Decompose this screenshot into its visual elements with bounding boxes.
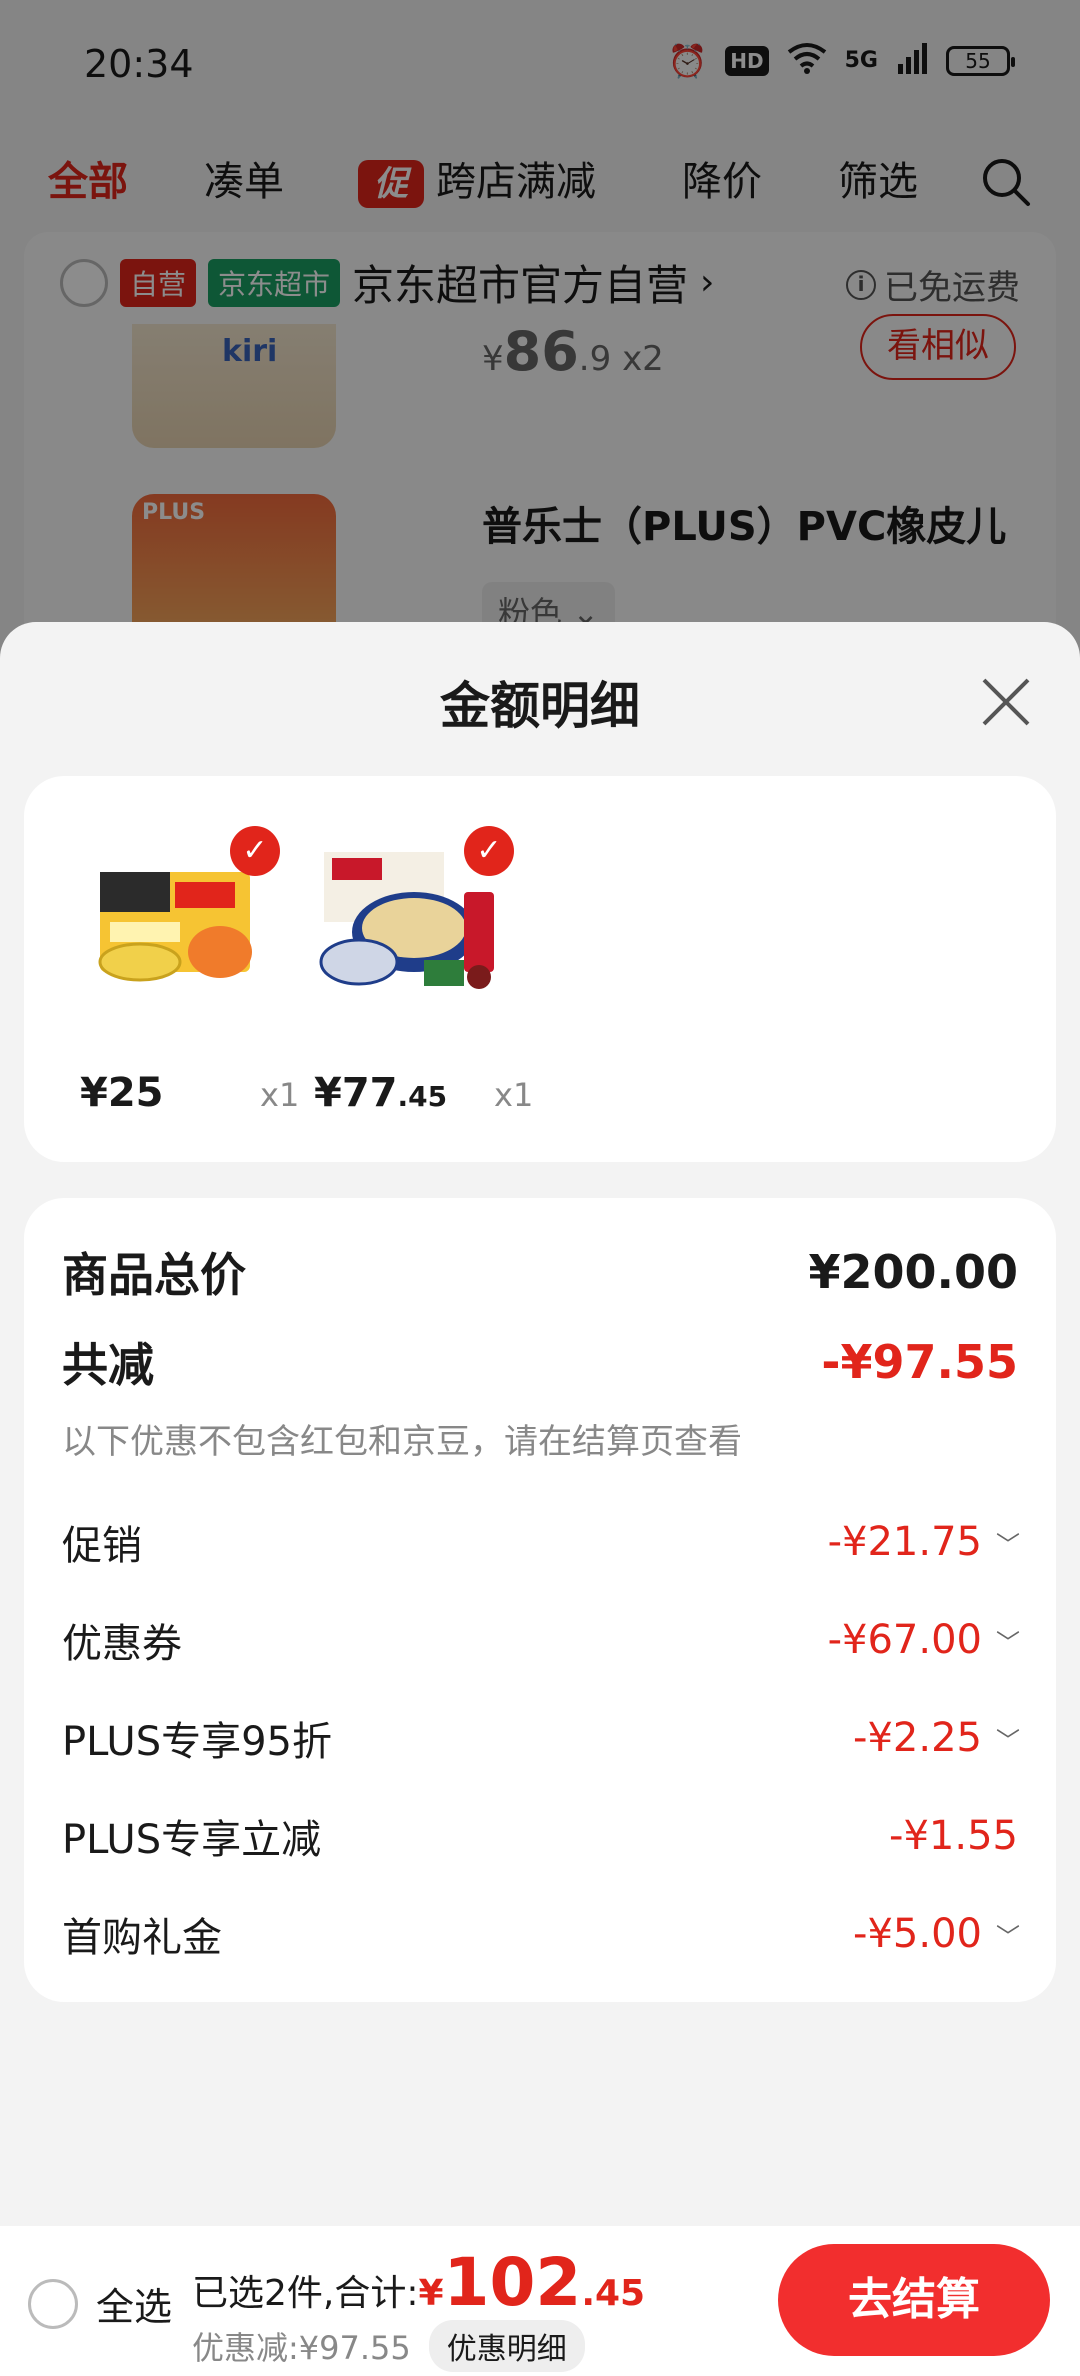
reduction-value: -¥97.55 bbox=[821, 1335, 1018, 1389]
chevron-down-icon: ﹀ bbox=[996, 1628, 1020, 1657]
item-price-int: ¥77 bbox=[314, 1070, 398, 1116]
total-int: 102 bbox=[443, 2244, 582, 2321]
total-row: 商品总价 ¥200.00 bbox=[62, 1242, 1018, 1302]
discount-row-first-purchase[interactable]: 首购礼金 -¥5.00 ﹀ bbox=[62, 1904, 1020, 1964]
discount-label: PLUS专享95折 bbox=[62, 1719, 332, 1765]
sheet-title: 金额明细 bbox=[440, 677, 640, 735]
close-icon[interactable] bbox=[978, 674, 1034, 730]
discount-summary: 优惠减:¥97.55 优惠明细 bbox=[192, 2320, 585, 2372]
select-all-radio[interactable] bbox=[28, 2278, 78, 2329]
item-price: ¥77.45 bbox=[314, 1070, 447, 1116]
discount-amount: -¥67.00 bbox=[827, 1617, 982, 1663]
discount-row-plus-instant: PLUS专享立减 -¥1.55 bbox=[62, 1806, 1018, 1866]
discount-row-coupon[interactable]: 优惠券 -¥67.00 ﹀ bbox=[62, 1610, 1020, 1670]
selected-items-card: ✓ ¥25 x1 ✓ ¥77.45 x1 bbox=[24, 776, 1056, 1162]
reduction-label: 共减 bbox=[62, 1338, 154, 1392]
total-currency: ¥ bbox=[418, 2273, 444, 2314]
checkout-bar: 全选 已选2件,合计:¥102.45 优惠减:¥97.55 优惠明细 去结算 bbox=[0, 2226, 1080, 2376]
discount-text: 优惠减:¥97.55 bbox=[192, 2329, 411, 2367]
item-price-int: ¥25 bbox=[80, 1070, 164, 1116]
check-icon: ✓ bbox=[230, 826, 280, 876]
checkout-button[interactable]: 去结算 bbox=[778, 2244, 1050, 2356]
discount-amount: -¥5.00 bbox=[853, 1911, 982, 1957]
selected-item[interactable]: ✓ ¥25 x1 bbox=[80, 816, 310, 1126]
discount-value: -¥67.00 ﹀ bbox=[827, 1617, 1020, 1663]
discount-value: -¥1.55 bbox=[889, 1813, 1018, 1859]
select-all[interactable]: 全选 bbox=[28, 2276, 172, 2331]
discount-amount: -¥21.75 bbox=[827, 1519, 982, 1565]
discount-label: PLUS专享立减 bbox=[62, 1817, 322, 1863]
discount-label: 优惠券 bbox=[62, 1621, 182, 1667]
price-detail-sheet: 金额明细 ✓ ¥25 x1 ✓ ¥77.45 x1 商品总价 ¥200.00 共… bbox=[0, 622, 1080, 2376]
selected-item[interactable]: ✓ ¥77.45 x1 bbox=[314, 816, 544, 1126]
item-price-dec: .45 bbox=[397, 1080, 448, 1113]
discount-detail-button[interactable]: 优惠明细 bbox=[428, 2320, 585, 2372]
discount-label: 首购礼金 bbox=[62, 1915, 222, 1961]
item-qty: x1 bbox=[260, 1076, 300, 1114]
chevron-down-icon: ﹀ bbox=[996, 1922, 1020, 1951]
discount-value: -¥2.25 ﹀ bbox=[853, 1715, 1020, 1761]
discount-value: -¥5.00 ﹀ bbox=[853, 1911, 1020, 1957]
reduction-row: 共减 -¥97.55 bbox=[62, 1332, 1018, 1392]
discount-amount: -¥2.25 bbox=[853, 1715, 982, 1761]
item-qty: x1 bbox=[494, 1076, 534, 1114]
total-dec: .45 bbox=[581, 2273, 646, 2314]
discount-row-plus-95[interactable]: PLUS专享95折 -¥2.25 ﹀ bbox=[62, 1708, 1020, 1768]
chevron-down-icon: ﹀ bbox=[996, 1530, 1020, 1559]
item-price: ¥25 bbox=[80, 1070, 164, 1116]
price-breakdown-card: 商品总价 ¥200.00 共减 -¥97.55 以下优惠不包含红包和京豆，请在结… bbox=[24, 1198, 1056, 2002]
total-value: ¥200.00 bbox=[808, 1245, 1018, 1299]
total-label: 商品总价 bbox=[62, 1248, 246, 1302]
order-summary: 已选2件,合计:¥102.45 bbox=[192, 2244, 645, 2321]
summary-prefix: 已选2件,合计: bbox=[192, 2273, 419, 2314]
discount-hint: 以下优惠不包含红包和京豆，请在结算页查看 bbox=[62, 1422, 742, 1462]
discount-label: 促销 bbox=[62, 1523, 142, 1569]
discount-amount: -¥1.55 bbox=[889, 1813, 1018, 1859]
check-icon: ✓ bbox=[464, 826, 514, 876]
select-all-label: 全选 bbox=[96, 2285, 173, 2329]
chevron-down-icon: ﹀ bbox=[996, 1726, 1020, 1755]
discount-row-promotion[interactable]: 促销 -¥21.75 ﹀ bbox=[62, 1512, 1020, 1572]
discount-value: -¥21.75 ﹀ bbox=[827, 1519, 1020, 1565]
